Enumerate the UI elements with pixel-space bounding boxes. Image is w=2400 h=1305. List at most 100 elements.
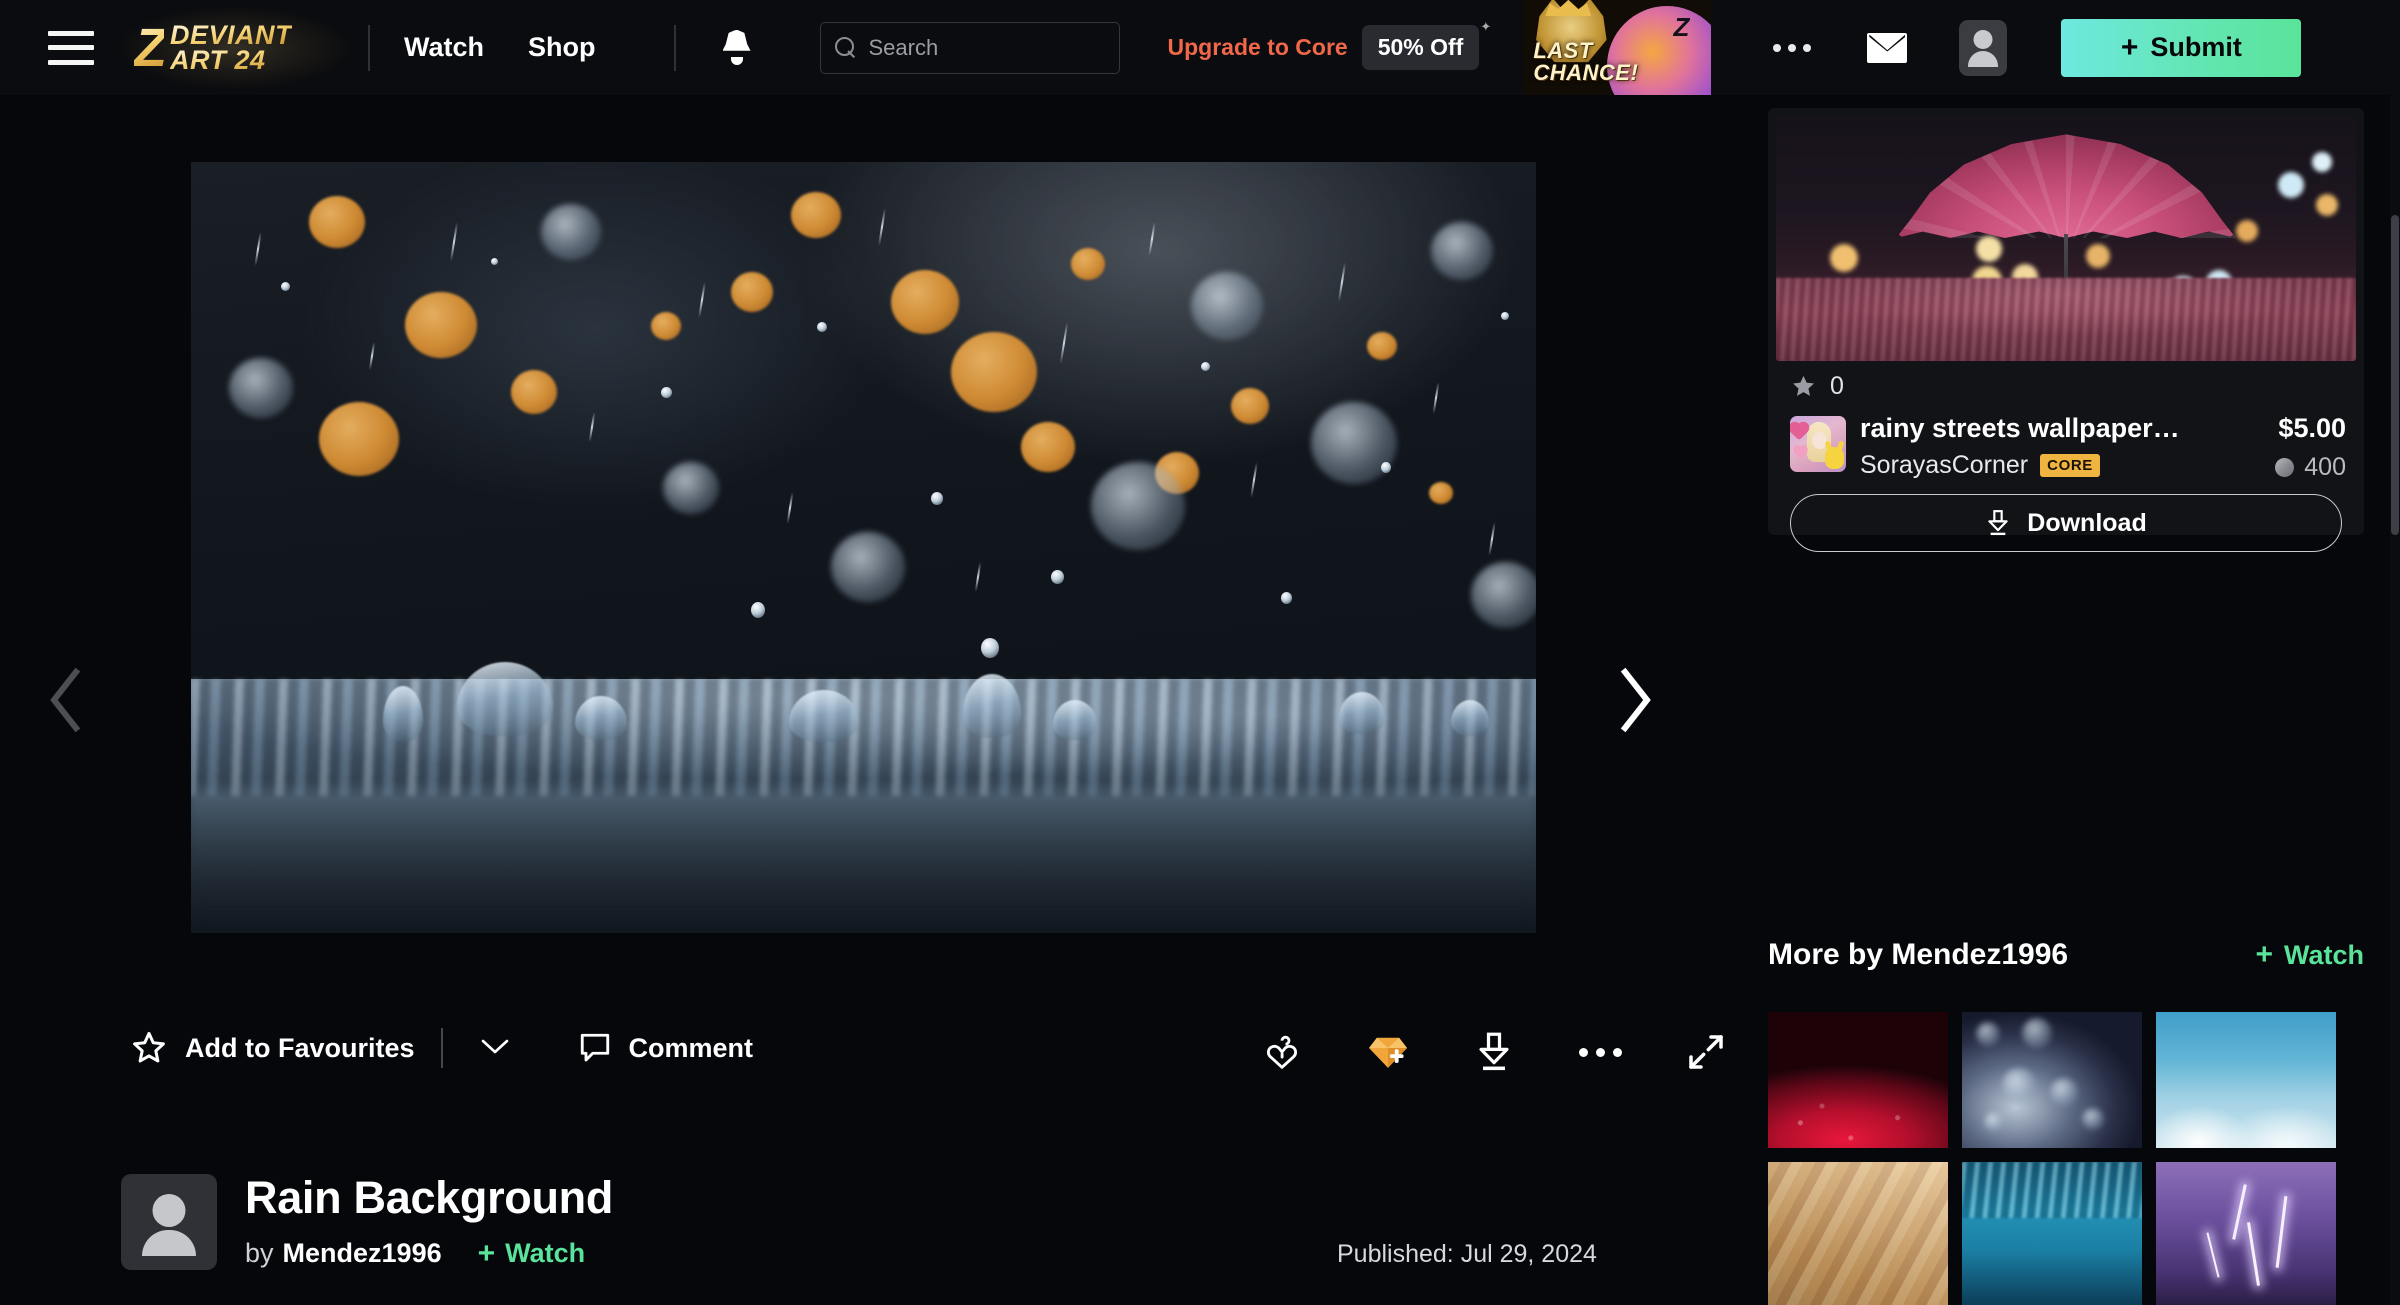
page-scrollbar-track[interactable] — [2390, 95, 2400, 1305]
upgrade-to-core-button[interactable]: Upgrade to Core 50% Off ✦ — [1168, 19, 1491, 70]
bokeh-pale — [1091, 462, 1185, 550]
bokeh-amber — [511, 370, 557, 414]
envelope-icon[interactable] — [1867, 32, 1908, 63]
download-arrow-icon[interactable] — [1470, 1028, 1518, 1076]
bubble — [2050, 1078, 2078, 1106]
page-title: Rain Background — [245, 1172, 614, 1223]
author-avatar-head — [152, 1194, 186, 1227]
thumbnail-wooden-sauna[interactable] — [1768, 1162, 1948, 1305]
comment-button[interactable]: Comment — [577, 1030, 754, 1066]
download-arrow-icon — [1988, 510, 2008, 536]
bokeh-amber — [1231, 388, 1269, 424]
header-divider — [368, 24, 370, 71]
points-icon — [2275, 458, 2295, 477]
avatar-heart — [1790, 423, 1808, 441]
main-stage: Add to Favourites Comment Rain Backgroun… — [0, 95, 1730, 1305]
logo-wordmark: DEVIANT ART 24 — [170, 19, 293, 73]
avatar-pikachu-icon — [1825, 447, 1844, 469]
bokeh-pale — [229, 358, 293, 418]
deviation-action-bar: Add to Favourites Comment — [0, 1010, 1730, 1110]
page-scrollbar-thumb[interactable] — [2391, 215, 2399, 535]
bokeh-amber — [1071, 248, 1105, 280]
promo-ad-banner[interactable]: Z LAST CHANCE! — [1523, 0, 1712, 95]
deviation-more-dots-icon[interactable] — [1576, 1028, 1624, 1076]
thumbnail-lightning-storm[interactable] — [2156, 1162, 2336, 1305]
ad-deviantart-mark-icon: Z — [1673, 12, 1690, 42]
bell-icon[interactable] — [720, 28, 754, 68]
thumbnail-clouds-sky[interactable] — [2156, 1012, 2336, 1148]
water-droplet — [931, 492, 943, 505]
product-author-avatar[interactable] — [1790, 416, 1846, 472]
logo-line1: DEVIANT — [170, 19, 293, 50]
bubble — [1976, 1022, 2000, 1046]
comment-label: Comment — [628, 1032, 754, 1063]
avatar-body — [1968, 50, 1999, 67]
product-meta: rainy streets wallpaper… $5.00 SorayasCo… — [1790, 413, 2346, 481]
product-download-button[interactable]: Download — [1790, 494, 2342, 552]
bokeh-warm — [2316, 194, 2338, 216]
bokeh-amber — [1367, 332, 1397, 360]
favourites-dropdown-button[interactable] — [469, 1032, 521, 1065]
water-droplet — [491, 258, 498, 265]
bubble — [2002, 1068, 2036, 1102]
hamburger-icon[interactable] — [48, 30, 94, 65]
bokeh-amber — [791, 192, 841, 238]
bokeh-cool — [2278, 172, 2304, 198]
expand-icon[interactable] — [1682, 1028, 1730, 1076]
thumbnail-red-water-drops[interactable] — [1768, 1012, 1948, 1148]
by-word: by — [245, 1238, 274, 1268]
bokeh-warm — [2086, 244, 2110, 268]
nav-item-watch[interactable]: Watch — [404, 32, 484, 63]
add-to-favourites-label: Add to Favourites — [185, 1032, 415, 1063]
bokeh-pale — [663, 462, 719, 514]
published-date: Published: Jul 29, 2024 — [1337, 1240, 1597, 1268]
bokeh-amber — [405, 292, 477, 358]
water-droplet — [817, 322, 827, 332]
bell-clapper — [730, 56, 743, 65]
product-card: 0 rainy streets wallpaper… $5.00 Sorayas… — [1768, 108, 2364, 552]
nav-item-shop[interactable]: Shop — [528, 32, 596, 63]
product-image[interactable] — [1776, 116, 2356, 361]
product-author-name[interactable]: SorayasCorner — [1860, 451, 2028, 480]
next-deviation-button[interactable] — [1613, 664, 1657, 736]
add-to-favourites-button[interactable]: Add to Favourites — [130, 1029, 415, 1067]
submit-button[interactable]: + Submit — [2061, 18, 2302, 77]
product-download-label: Download — [2027, 508, 2147, 537]
search-placeholder: Search — [868, 34, 939, 60]
deviantart-logo[interactable]: Z DEVIANT ART 24 — [120, 6, 350, 89]
artwork-image[interactable] — [191, 162, 1536, 933]
diamond-plus-icon[interactable] — [1364, 1028, 1412, 1076]
search-input[interactable]: Search — [819, 21, 1120, 74]
right-sidebar: 0 rainy streets wallpaper… $5.00 Sorayas… — [1730, 95, 2400, 1305]
water-droplet — [981, 638, 999, 658]
water-droplet — [1381, 462, 1391, 473]
account-avatar-icon[interactable] — [1959, 19, 2008, 76]
byline: by Mendez1996 + Watch — [245, 1238, 585, 1269]
core-badge: CORE — [2040, 454, 2100, 477]
bokeh-warm — [1830, 244, 1858, 272]
product-points: 400 — [2275, 453, 2346, 482]
header-more-dots-icon[interactable] — [1773, 43, 1812, 52]
bokeh-warm — [2236, 220, 2258, 242]
artwork-water-foreground — [191, 786, 1536, 933]
bokeh-pale — [1431, 222, 1493, 280]
submit-label: Submit — [2150, 32, 2242, 62]
thumbnail-underwater-blue[interactable] — [1962, 1162, 2142, 1305]
product-title[interactable]: rainy streets wallpaper… — [1860, 413, 2180, 444]
water-droplet — [1201, 362, 1210, 371]
bokeh-amber — [1429, 482, 1453, 504]
prev-deviation-button[interactable] — [44, 664, 88, 736]
envelope-body — [1867, 32, 1908, 63]
more-by-watch-button[interactable]: + Watch — [2255, 940, 2364, 971]
water-droplet — [281, 282, 290, 291]
bokeh-amber — [309, 196, 365, 248]
lightning-bolt — [2232, 1184, 2247, 1240]
collect-heart-icon[interactable] — [1258, 1028, 1306, 1076]
bokeh-warm — [1976, 236, 2002, 262]
water-droplet — [1501, 312, 1509, 320]
author-avatar-icon[interactable] — [121, 1174, 217, 1270]
author-name-link[interactable]: Mendez1996 — [283, 1238, 442, 1269]
bokeh-amber — [319, 402, 399, 476]
watch-author-button[interactable]: + Watch — [478, 1238, 586, 1269]
thumbnail-soap-bubbles[interactable] — [1962, 1012, 2142, 1148]
